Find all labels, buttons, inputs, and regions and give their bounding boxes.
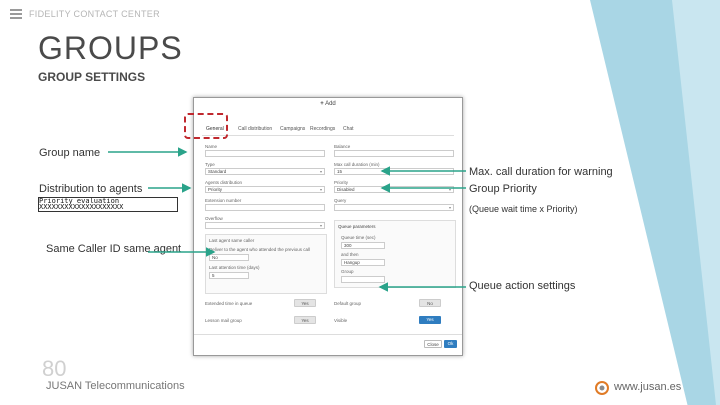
annotation-arrows bbox=[108, 147, 466, 292]
company-name: JUSAN Telecommunications bbox=[46, 380, 185, 392]
jusan-logo-icon bbox=[595, 381, 609, 395]
website-link[interactable]: www.jusan.es bbox=[614, 381, 681, 393]
page-number: 80 bbox=[42, 356, 67, 381]
